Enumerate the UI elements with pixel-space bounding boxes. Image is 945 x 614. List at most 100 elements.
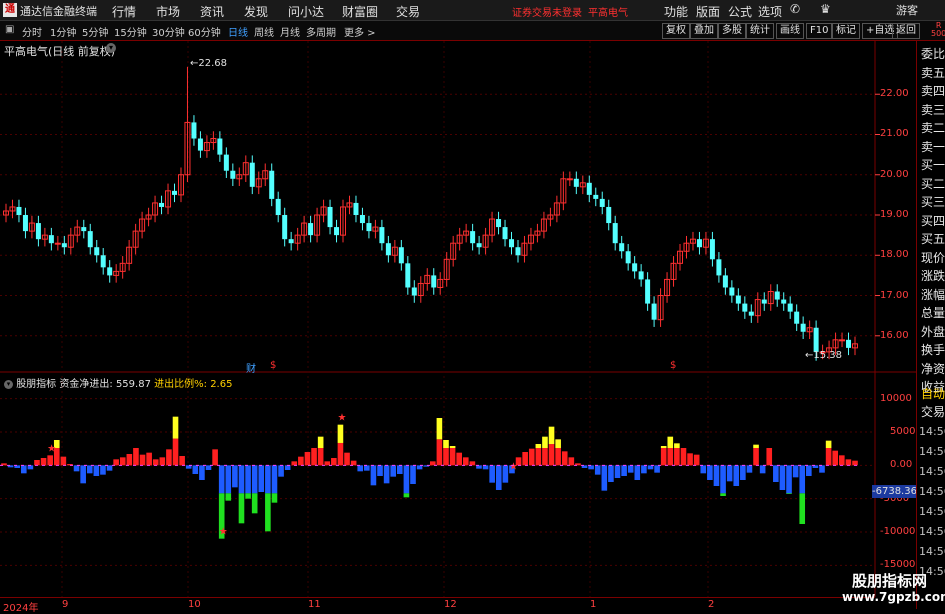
toolbar-button-8[interactable]: 返回 [892, 23, 920, 39]
login-warning[interactable]: 证券交易未登录 [512, 4, 582, 19]
flow-bar-yellow [535, 444, 542, 448]
flow-bar-negative [397, 465, 403, 474]
flow-bar-negative [601, 465, 608, 491]
indicator-options-icon[interactable]: ▾ [4, 379, 13, 389]
trade-label[interactable]: 交易 [921, 403, 945, 420]
dividend-marker-1[interactable]: $ [270, 360, 276, 371]
candle-body-down [722, 275, 728, 288]
flow-bar-positive [753, 448, 759, 466]
toolbar-button-2[interactable]: 多股 [718, 23, 746, 39]
flow-bar-positive [133, 448, 139, 466]
flow-bar-negative [265, 465, 271, 494]
toolbar-button-3[interactable]: 统计 [746, 23, 774, 39]
timeframe-1[interactable]: 1分钟 [50, 24, 76, 39]
toolbar-button-4[interactable]: 画线 [776, 23, 804, 39]
timeframe-0[interactable]: 分时 [22, 24, 42, 39]
flow-bar-negative [278, 465, 284, 477]
flow-bar-negative [100, 465, 106, 475]
timeframe-5[interactable]: 60分钟 [188, 24, 221, 39]
menu-0[interactable]: 行情 [112, 3, 136, 20]
timeframe-2[interactable]: 5分钟 [82, 24, 108, 39]
flow-bar-negative [271, 465, 278, 494]
candle-body-down [385, 243, 391, 256]
timeframe-7[interactable]: 周线 [254, 24, 274, 39]
timeframe-6[interactable]: 日线 [228, 24, 248, 39]
timeframe-9[interactable]: 多周期 [306, 24, 336, 39]
timeframe-8[interactable]: 月线 [280, 24, 300, 39]
flow-bar-negative [495, 465, 502, 490]
chart-area[interactable]: ★ ★ ★ ★ [0, 41, 916, 597]
flow-bar-positive [146, 452, 152, 466]
timeframe-4[interactable]: 30分钟 [152, 24, 185, 39]
indicator-name: 股朋指标 [16, 379, 57, 390]
quote-label-8: 买三 [921, 195, 945, 209]
toolbar-button-0[interactable]: 复权 [662, 23, 690, 39]
flow-bar-negative [192, 465, 199, 474]
menu-6[interactable]: 交易 [396, 3, 420, 20]
menu-4[interactable]: 问小达 [288, 3, 324, 20]
flow-bar-yellow [337, 424, 344, 443]
finance-marker[interactable]: 财 [246, 360, 256, 375]
candle-body-down [308, 223, 314, 236]
flow-bar-positive [337, 442, 344, 466]
timeframe-3[interactable]: 15分钟 [114, 24, 147, 39]
dividend-marker-2[interactable]: $ [670, 360, 676, 371]
flow-bar-positive [852, 460, 858, 466]
timeframe-10[interactable]: 更多 > [344, 24, 376, 39]
x-axis: 2024年 9 10 11 12 1 2 [0, 597, 875, 614]
candle-body-down [729, 287, 735, 296]
flow-bar-positive [179, 456, 185, 466]
flow-bar-green [720, 493, 726, 496]
flow-bar-negative [773, 465, 779, 482]
quote-label-2: 卖四 [921, 84, 945, 98]
flow-bar-negative [614, 465, 621, 478]
candle-body-down [696, 239, 702, 248]
candle-body-down [813, 327, 819, 352]
menu-2[interactable]: 资讯 [200, 3, 224, 20]
indicator-label-2: 进出比例%: [154, 379, 207, 390]
top-right-3[interactable]: 选项 [758, 3, 782, 20]
flow-bar-green [271, 493, 278, 503]
quote-label-1: 卖五 [921, 65, 945, 80]
top-right-2[interactable]: 公式 [728, 3, 752, 20]
flow-bar-negative [232, 465, 238, 488]
toolbar-button-1[interactable]: 叠加 [690, 23, 718, 39]
auto-label[interactable]: 自动 [921, 385, 945, 402]
quote-label-5: 卖一 [921, 139, 945, 154]
user-icon[interactable]: ♛ [820, 2, 831, 16]
flow-bar-positive [298, 456, 304, 466]
app-title: 通达信金融终端 [20, 5, 97, 18]
flow-bar-positive [311, 448, 317, 466]
candle-body-down [496, 219, 502, 228]
toolbar-button-6[interactable]: 标记 [832, 23, 860, 39]
x-tick-5: 1 [590, 599, 597, 610]
menu-1[interactable]: 市场 [156, 3, 180, 20]
flow-bar-negative [647, 465, 654, 470]
candle-body-down [366, 223, 372, 232]
flow-bar-negative [27, 465, 34, 470]
toolbar-left-icon[interactable]: ▣ [5, 24, 14, 35]
flow-bar-negative [205, 465, 212, 470]
flow-bar-positive [825, 448, 832, 466]
flow-bar-positive [172, 438, 179, 466]
flow-bar-positive [667, 448, 674, 466]
top-right-0[interactable]: 功能 [664, 3, 688, 20]
quote-time-2: 14:56 [919, 465, 945, 478]
flow-bar-negative [786, 465, 792, 494]
flow-bar-negative [806, 465, 812, 476]
guest-label[interactable]: 游客 [896, 2, 918, 18]
flow-bar-negative [588, 465, 594, 470]
flow-bar-yellow [449, 446, 456, 448]
flow-bar-positive [449, 448, 456, 466]
flow-bar-negative [608, 465, 614, 482]
top-right-1[interactable]: 版面 [696, 3, 720, 20]
flow-bar-negative [284, 465, 291, 470]
menu-3[interactable]: 发现 [244, 3, 268, 20]
phone-icon[interactable]: ✆ [790, 2, 800, 16]
candle-body-down [405, 263, 411, 288]
flow-bar-positive [317, 448, 324, 466]
toolbar-button-5[interactable]: F10 [806, 23, 833, 39]
candle-body-down [35, 223, 41, 240]
menu-5[interactable]: 财富圈 [342, 3, 378, 20]
flow-bar-positive [436, 439, 443, 466]
